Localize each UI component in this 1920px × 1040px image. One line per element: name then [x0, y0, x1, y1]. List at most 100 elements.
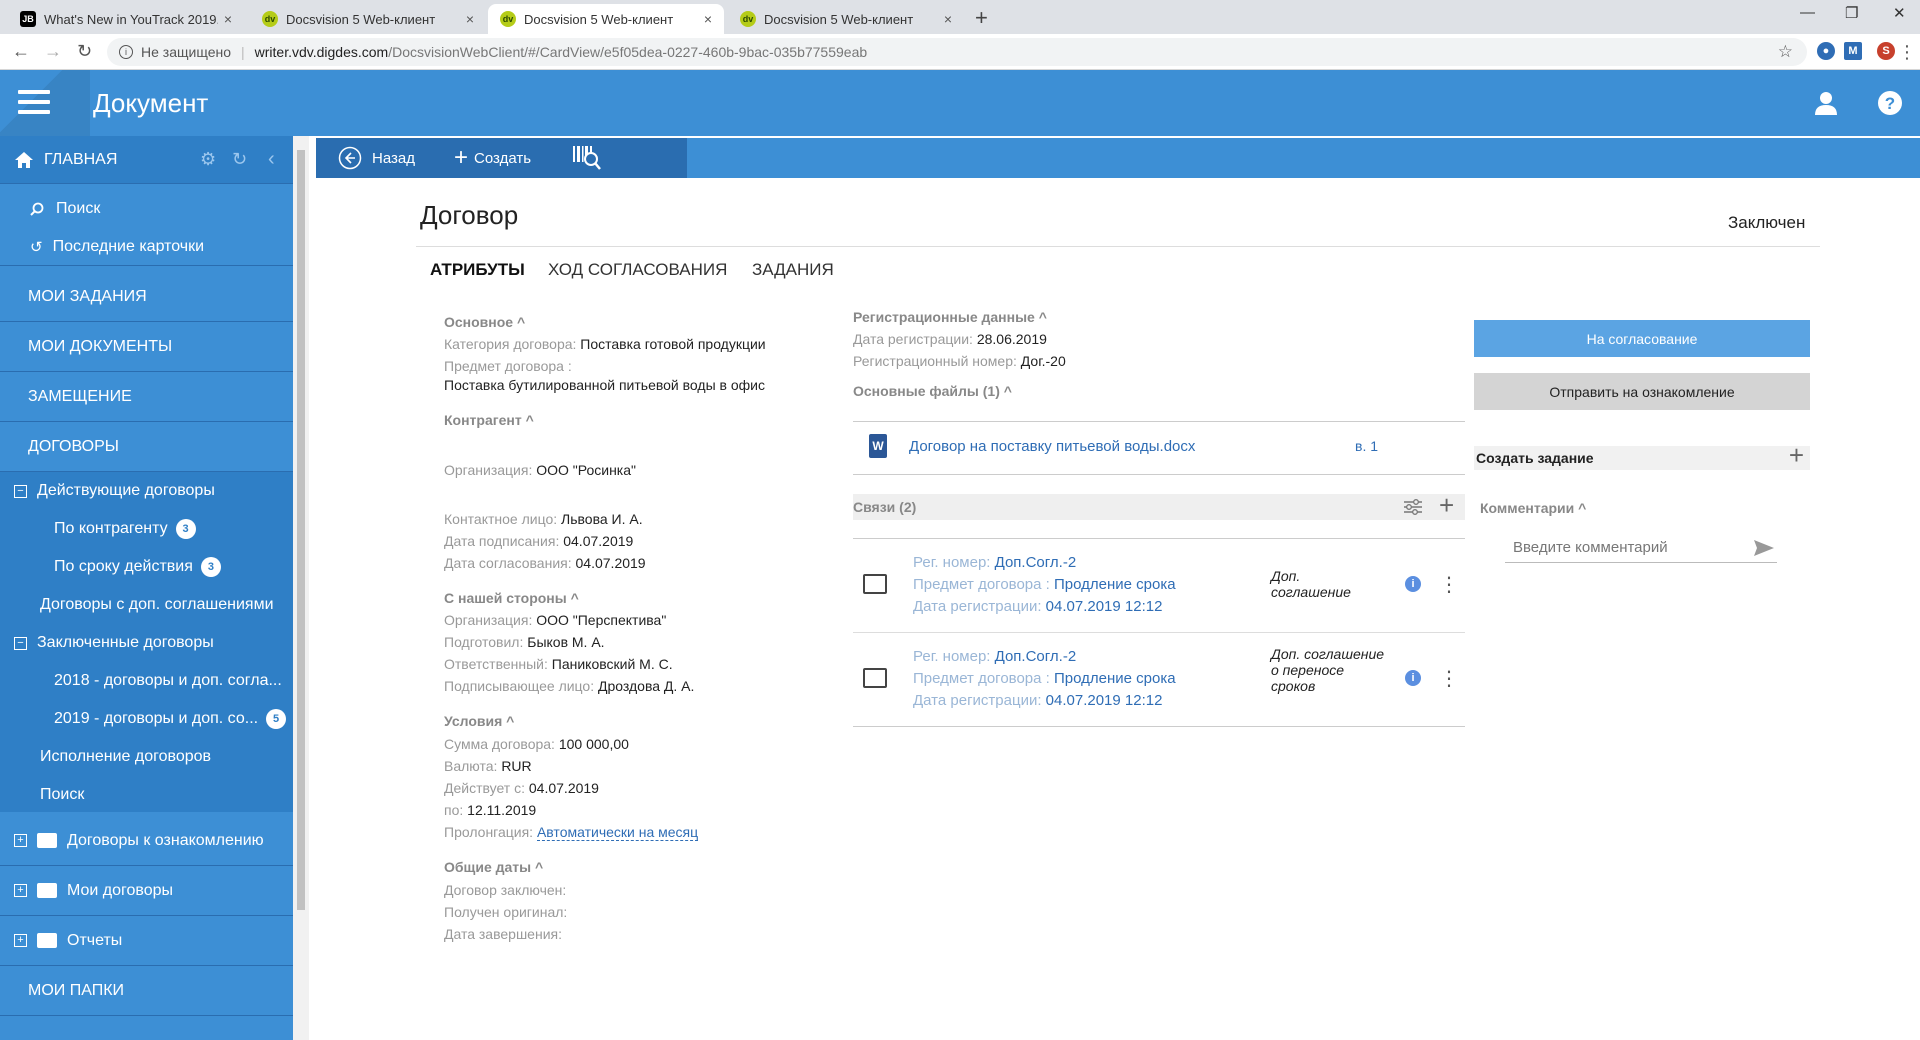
- minimize-icon[interactable]: —: [1800, 4, 1815, 21]
- menu-dots-icon[interactable]: ⋮: [1898, 42, 1916, 63]
- collapse-icon[interactable]: −: [14, 484, 27, 498]
- comment-input[interactable]: Введите комментарий: [1505, 533, 1777, 563]
- history-icon: ↺: [30, 238, 43, 256]
- group-our-side[interactable]: С нашей стороны ^: [444, 590, 579, 606]
- sidebar-item-search-contracts[interactable]: Поиск: [0, 776, 293, 814]
- close-tab-icon[interactable]: ×: [224, 11, 232, 27]
- sidebar-item-by-term[interactable]: По сроку действия 3: [0, 548, 293, 586]
- send-icon[interactable]: [1753, 539, 1775, 557]
- forward-arrow-icon[interactable]: →: [44, 41, 62, 62]
- more-vertical-icon[interactable]: ⋮: [1439, 572, 1459, 597]
- help-icon[interactable]: ?: [1877, 90, 1903, 116]
- group-dates[interactable]: Общие даты ^: [444, 859, 543, 875]
- filter-settings-icon[interactable]: [1403, 498, 1423, 516]
- create-button[interactable]: + Создать: [434, 138, 687, 178]
- link-row[interactable]: Рег. номер: Доп.Согл.-2 Предмет договора…: [853, 642, 1465, 726]
- reload-icon[interactable]: ↻: [77, 41, 92, 62]
- browser-tab-bar: JB What's New in YouTrack 2019.1 × dv Do…: [0, 0, 1920, 34]
- sidebar-item-label: ДОГОВОРЫ: [28, 437, 119, 455]
- field-prolongation: Пролонгация: Автоматически на месяц: [444, 824, 699, 841]
- field-reg-date: Дата регистрации: 28.06.2019: [853, 331, 1047, 347]
- sidebar-item-execution[interactable]: Исполнение договоров: [0, 738, 293, 776]
- sidebar-item-year-2019[interactable]: 2019 - договоры и доп. со... 5: [0, 700, 293, 738]
- add-task-icon[interactable]: +: [1789, 440, 1804, 471]
- close-tab-icon[interactable]: ×: [944, 11, 952, 27]
- file-version[interactable]: в. 1: [1355, 438, 1378, 454]
- more-vertical-icon[interactable]: ⋮: [1439, 666, 1459, 691]
- sidebar-item-my-contracts[interactable]: + Мои договоры: [0, 866, 293, 916]
- folder-icon: [37, 883, 57, 898]
- close-window-icon[interactable]: ✕: [1893, 4, 1906, 22]
- links-title[interactable]: Связи (2): [853, 499, 916, 515]
- back-arrow-icon[interactable]: ←: [12, 41, 30, 62]
- new-tab-button[interactable]: +: [975, 5, 988, 31]
- info-icon[interactable]: i: [1405, 576, 1421, 592]
- add-link-icon[interactable]: +: [1439, 490, 1454, 521]
- sidebar-item-concluded-contracts[interactable]: − Заключенные договоры: [0, 624, 293, 662]
- sidebar-item-search[interactable]: Поиск: [0, 190, 293, 228]
- close-tab-icon[interactable]: ×: [466, 11, 474, 27]
- settings-gear-icon[interactable]: ⚙: [200, 149, 216, 170]
- home-icon: [15, 151, 33, 168]
- group-terms[interactable]: Условия ^: [444, 713, 514, 729]
- prolongation-link[interactable]: Автоматически на месяц: [536, 824, 699, 841]
- sidebar-scrollbar-thumb[interactable]: [297, 150, 305, 910]
- browser-tab-docsvision-2[interactable]: dv Docsvision 5 Web-клиент ×: [488, 4, 724, 34]
- sidebar-item-my-folders[interactable]: МОИ ПАПКИ: [0, 966, 293, 1016]
- sidebar-item-substitution[interactable]: ЗАМЕЩЕНИЕ: [0, 372, 293, 422]
- collapse-icon[interactable]: −: [14, 636, 27, 650]
- tab-attributes[interactable]: АТРИБУТЫ: [430, 260, 525, 280]
- browser-tab-docsvision-1[interactable]: dv Docsvision 5 Web-клиент ×: [250, 4, 486, 34]
- link-row[interactable]: Рег. номер: Доп.Согл.-2 Предмет договора…: [853, 548, 1465, 632]
- sidebar-item-with-addenda[interactable]: Договоры с доп. соглашениями: [0, 586, 293, 624]
- sidebar-item-to-review[interactable]: + Договоры к ознакомлению: [0, 816, 293, 866]
- group-main[interactable]: Основное ^: [444, 314, 525, 330]
- browser-tab-youtrack[interactable]: JB What's New in YouTrack 2019.1 ×: [8, 4, 244, 34]
- send-for-review-button[interactable]: Отправить на ознакомление: [1474, 373, 1810, 410]
- sidebar-item-label: МОИ ДОКУМЕНТЫ: [28, 337, 173, 355]
- collapse-chevron-icon[interactable]: ‹: [268, 148, 275, 171]
- sidebar-item-by-counterparty[interactable]: По контрагенту 3: [0, 510, 293, 548]
- url-input[interactable]: i Не защищено | writer.vdv.digdes.com /D…: [107, 38, 1807, 66]
- tab-tasks[interactable]: ЗАДАНИЯ: [752, 260, 834, 280]
- sidebar-item-label: Заключенные договоры: [37, 634, 214, 651]
- browser-tab-docsvision-3[interactable]: dv Docsvision 5 Web-клиент ×: [728, 4, 964, 34]
- group-files[interactable]: Основные файлы (1) ^: [853, 383, 1012, 399]
- sidebar-item-my-documents[interactable]: МОИ ДОКУМЕНТЫ: [0, 322, 293, 372]
- group-registration[interactable]: Регистрационные данные ^: [853, 309, 1047, 325]
- group-counterparty[interactable]: Контрагент ^: [444, 412, 534, 428]
- info-icon[interactable]: i: [1405, 670, 1421, 686]
- barcode-search-icon[interactable]: [572, 144, 602, 172]
- expand-icon[interactable]: +: [14, 934, 27, 947]
- extension-m-icon[interactable]: M: [1844, 42, 1862, 60]
- sidebar-item-year-2018[interactable]: 2018 - договоры и доп. согла...: [0, 662, 293, 700]
- sidebar-item-contracts[interactable]: ДОГОВОРЫ: [0, 422, 293, 472]
- back-button[interactable]: Назад: [316, 138, 434, 178]
- sidebar-item-my-tasks[interactable]: МОИ ЗАДАНИЯ: [0, 272, 293, 322]
- tab-approval-progress[interactable]: ХОД СОГЛАСОВАНИЯ: [548, 260, 727, 280]
- sidebar-item-reports[interactable]: + Отчеты: [0, 916, 293, 966]
- folder-icon: [37, 833, 57, 848]
- expand-icon[interactable]: +: [14, 884, 27, 897]
- sidebar-item-label: МОИ ПАПКИ: [28, 981, 125, 999]
- field-contact: Контактное лицо: Львова И. А.: [444, 511, 643, 527]
- bookmark-star-icon[interactable]: ☆: [1778, 42, 1793, 62]
- user-icon[interactable]: [1813, 90, 1839, 116]
- extension-globe-icon[interactable]: ●: [1817, 42, 1835, 60]
- profile-avatar[interactable]: S: [1877, 42, 1895, 60]
- expand-icon[interactable]: +: [14, 834, 27, 847]
- file-name-link[interactable]: Договор на поставку питьевой воды.docx: [909, 438, 1195, 455]
- info-icon[interactable]: i: [119, 45, 133, 59]
- refresh-icon[interactable]: ↻: [232, 149, 247, 170]
- file-row[interactable]: W Договор на поставку питьевой воды.docx…: [853, 432, 1465, 464]
- sidebar-item-recent[interactable]: ↺ Последние карточки: [0, 228, 293, 266]
- maximize-icon[interactable]: ❐: [1845, 4, 1858, 22]
- count-badge: 3: [200, 557, 221, 577]
- create-task-panel[interactable]: Создать задание +: [1474, 440, 1810, 470]
- send-to-approval-button[interactable]: На согласование: [1474, 320, 1810, 357]
- hamburger-menu-icon[interactable]: [18, 90, 50, 120]
- close-tab-icon[interactable]: ×: [704, 11, 712, 27]
- sidebar-home[interactable]: ГЛАВНАЯ ⚙ ↻ ‹: [0, 136, 293, 184]
- sidebar-item-active-contracts[interactable]: − Действующие договоры: [0, 472, 293, 510]
- group-comments[interactable]: Комментарии ^: [1480, 500, 1586, 516]
